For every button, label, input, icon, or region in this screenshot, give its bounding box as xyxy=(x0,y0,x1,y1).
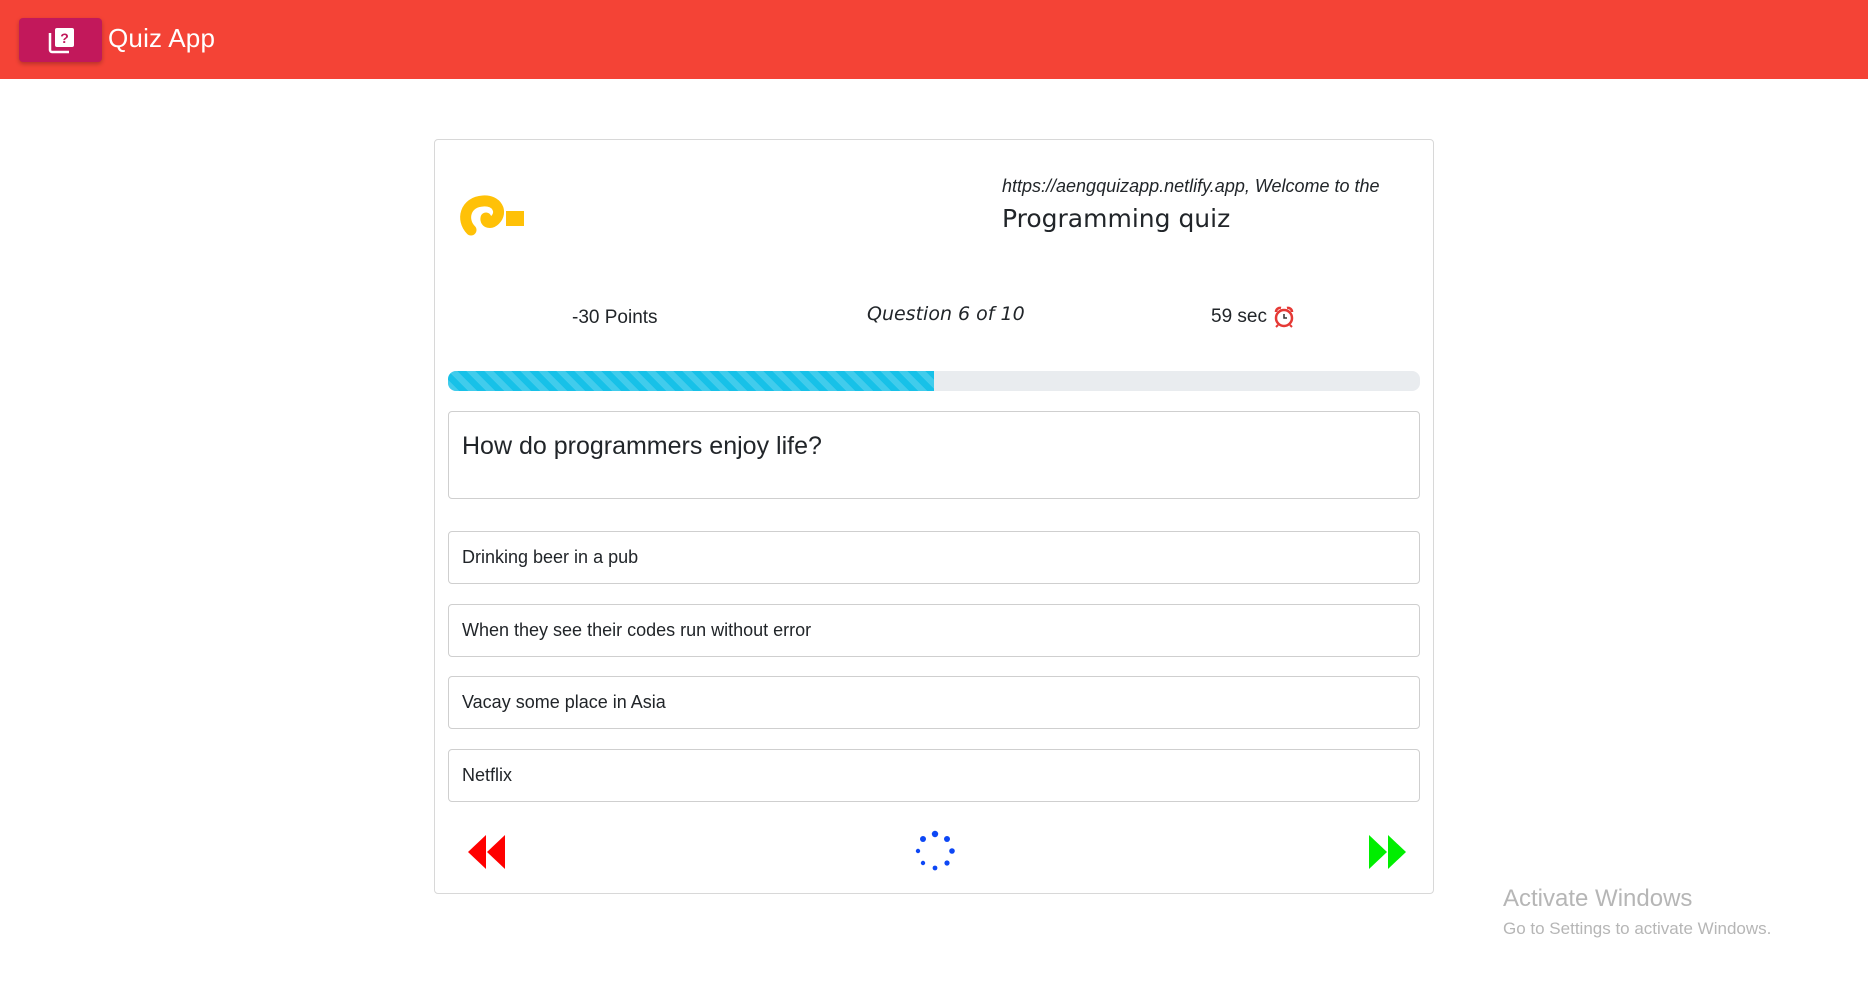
quiz-icon: ? xyxy=(48,28,74,54)
welcome-block: https://aengquizapp.netlify.app, Welcome… xyxy=(1002,176,1402,233)
progress-fill xyxy=(448,371,934,391)
quiz-title: Programming quiz xyxy=(1002,204,1231,233)
question-counter: Question 6 of 10 xyxy=(867,303,1025,325)
stats-row: -30 Points Question 6 of 10 59 sec xyxy=(435,303,1435,333)
next-button[interactable] xyxy=(1361,830,1411,874)
spinner-icon xyxy=(915,830,955,871)
rewind-icon xyxy=(468,835,505,869)
fast-forward-icon xyxy=(1369,835,1406,869)
progress-bar xyxy=(448,371,1420,391)
question-box: How do programmers enjoy life? xyxy=(448,411,1420,499)
svg-text:?: ? xyxy=(60,30,69,46)
question-logo-icon xyxy=(460,195,524,236)
activate-windows-watermark: Activate Windows Go to Settings to activ… xyxy=(1503,885,1771,939)
previous-button[interactable] xyxy=(463,830,513,874)
timer-label: 59 sec xyxy=(1211,306,1267,327)
answer-option[interactable]: Drinking beer in a pub xyxy=(448,531,1420,584)
app-title: Quiz App xyxy=(108,23,216,53)
points-label: -30 Points xyxy=(572,307,658,328)
brand-button[interactable]: ? xyxy=(19,18,102,62)
answer-option[interactable]: When they see their codes run without er… xyxy=(448,604,1420,657)
watermark-subtitle: Go to Settings to activate Windows. xyxy=(1503,919,1772,938)
timer: 59 sec xyxy=(1211,306,1295,328)
quiz-card: https://aengquizapp.netlify.app, Welcome… xyxy=(434,139,1434,894)
alarm-clock-icon xyxy=(1274,306,1294,328)
navbar: ? Quiz App xyxy=(0,0,1868,79)
welcome-url: https://aengquizapp.netlify.app, Welcome… xyxy=(1002,176,1380,196)
question-text: How do programmers enjoy life? xyxy=(462,432,822,460)
answer-option[interactable]: Vacay some place in Asia xyxy=(448,676,1420,729)
answer-option[interactable]: Netflix xyxy=(448,749,1420,802)
watermark-title: Activate Windows xyxy=(1503,885,1693,912)
